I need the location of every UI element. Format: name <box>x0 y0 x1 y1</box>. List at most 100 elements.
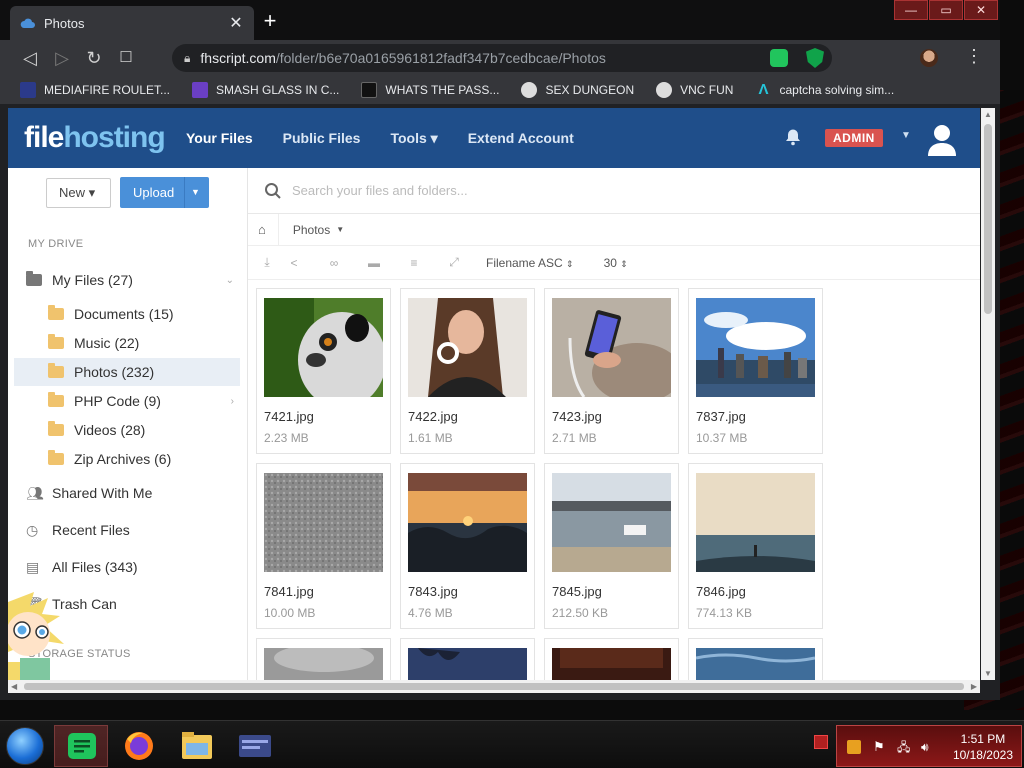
nav-extend-account[interactable]: Extend Account <box>468 130 574 146</box>
chevron-down-icon[interactable]: ▼ <box>901 130 911 141</box>
upload-button[interactable]: Upload ▼ <box>120 177 209 208</box>
file-size: 4.76 MB <box>408 606 453 620</box>
mediafire-icon <box>20 82 36 98</box>
scroll-thumb[interactable] <box>24 683 964 690</box>
vertical-scrollbar[interactable]: ▲ ▼ <box>981 108 995 680</box>
delete-icon[interactable]: ▬ <box>354 256 394 270</box>
nav-public-files[interactable]: Public Files <box>283 130 361 146</box>
bookmark-item[interactable]: VNC FUN <box>656 82 733 98</box>
bell-icon[interactable] <box>784 128 802 146</box>
file-name: 7423.jpg <box>552 409 602 424</box>
reload-icon[interactable]: ↻ <box>78 44 110 72</box>
file-card[interactable] <box>400 638 535 680</box>
chevron-right-icon[interactable]: › <box>231 396 234 407</box>
file-card[interactable] <box>544 638 679 680</box>
file-thumbnail <box>696 298 815 397</box>
forward-icon[interactable]: ▷ <box>46 44 78 72</box>
home-icon[interactable]: ⌂ <box>258 222 266 237</box>
file-card[interactable] <box>688 638 823 680</box>
sidebar-item-photos[interactable]: Photos (232) <box>14 358 240 386</box>
search-input[interactable] <box>292 183 792 198</box>
scroll-up-arrow[interactable]: ▲ <box>981 110 995 119</box>
menu-icon[interactable]: ⋮ <box>964 46 984 67</box>
sidebar-item-shared[interactable]: 👥︎ Shared With Me <box>8 479 242 507</box>
per-page-select[interactable]: 30 ⇕ <box>604 256 628 270</box>
window-controls: — ▭ ✕ <box>893 0 998 20</box>
admin-badge: ADMIN <box>825 129 883 147</box>
bookmark-item[interactable]: MEDIAFIRE ROULET... <box>20 82 170 98</box>
url-path: /folder/b6e70a0165961812fadf347b7cedbcae… <box>275 50 606 66</box>
site-logo[interactable]: filehosting <box>24 121 184 155</box>
chevron-down-icon[interactable]: ⌄ <box>226 275 234 286</box>
file-card[interactable] <box>256 638 391 680</box>
network-icon[interactable]: 🖧︎ <box>897 740 911 754</box>
nav-your-files[interactable]: Your Files <box>186 130 253 146</box>
file-size: 2.23 MB <box>264 431 309 445</box>
file-card[interactable]: 7423.jpg 2.71 MB <box>544 288 679 454</box>
volume-icon[interactable]: 🔊︎ <box>921 740 935 754</box>
start-button[interactable] <box>6 727 44 765</box>
bookmark-item[interactable]: SMASH GLASS IN C... <box>192 82 339 98</box>
nav-tools[interactable]: Tools ▾ <box>390 130 437 147</box>
file-card[interactable]: 7421.jpg 2.23 MB <box>256 288 391 454</box>
taskbar-firefox[interactable] <box>112 725 166 767</box>
chevron-down-icon[interactable]: ▼ <box>336 225 344 234</box>
minimize-button[interactable]: — <box>894 0 928 20</box>
breadcrumb-current[interactable]: Photos <box>293 223 330 237</box>
taskbar-app-window[interactable] <box>228 725 282 767</box>
list-view-icon[interactable]: ≡ <box>394 256 434 270</box>
gear-bookmark-icon <box>521 82 538 98</box>
scroll-right-arrow[interactable]: ▶ <box>971 680 977 693</box>
bookmark-item[interactable]: WHATS THE PASS... <box>361 82 499 98</box>
file-card[interactable]: 7843.jpg 4.76 MB <box>400 463 535 629</box>
scroll-thumb[interactable] <box>984 124 992 314</box>
sort-select[interactable]: Filename ASC ⇕ <box>486 256 574 270</box>
share-icon[interactable]: < <box>274 256 314 270</box>
user-avatar-icon[interactable] <box>926 122 958 156</box>
clock[interactable]: 1:51 PM 10/18/2023 <box>953 731 1013 763</box>
profile-avatar[interactable] <box>920 49 938 67</box>
sort-arrows-icon: ⇕ <box>620 258 628 269</box>
file-name: 7843.jpg <box>408 584 458 599</box>
sidebar-item-all-files[interactable]: ▤ All Files (343) <box>8 553 242 581</box>
chevron-down-icon[interactable]: ▼ <box>191 177 200 208</box>
sidebar-item-videos[interactable]: Videos (28) <box>8 416 242 444</box>
bookmark-star-icon[interactable]: ☐ <box>110 44 142 72</box>
file-card[interactable]: 7846.jpg 774.13 KB <box>688 463 823 629</box>
maximize-button[interactable]: ▭ <box>929 0 963 20</box>
scroll-left-arrow[interactable]: ◀ <box>11 680 17 693</box>
file-name: 7421.jpg <box>264 409 314 424</box>
fullscreen-icon[interactable]: ⤢ <box>434 255 474 270</box>
file-card[interactable]: 7841.jpg 10.00 MB <box>256 463 391 629</box>
link-icon[interactable]: ∞ <box>314 256 354 270</box>
bookmark-item[interactable]: Λcaptcha solving sim... <box>755 82 894 98</box>
sidebar-item-my-files[interactable]: My Files (27) ⌄ <box>8 266 242 294</box>
file-card[interactable]: 7837.jpg 10.37 MB <box>688 288 823 454</box>
tab-photos[interactable]: Photos ✕ <box>10 6 254 40</box>
new-button[interactable]: New ▾ <box>46 178 111 208</box>
sidebar-item-documents[interactable]: Documents (15) <box>8 300 242 328</box>
download-icon[interactable]: ⤓ <box>260 255 274 270</box>
address-bar[interactable]: 🔒︎ fhscript.com/folder/b6e70a0165961812f… <box>172 44 832 72</box>
taskbar-chat-app[interactable] <box>54 725 108 767</box>
sidebar-item-music[interactable]: Music (22) <box>8 329 242 357</box>
back-icon[interactable]: ◁ <box>14 44 46 72</box>
sidebar-item-zip-archives[interactable]: Zip Archives (6) <box>8 445 242 473</box>
file-card[interactable]: 7845.jpg 212.50 KB <box>544 463 679 629</box>
bookmark-item[interactable]: SEX DUNGEON <box>521 82 634 98</box>
sidebar-item-recent[interactable]: ◷ Recent Files <box>8 516 242 544</box>
sidebar: New ▾ Upload ▼ MY DRIVE My Files (27) ⌄ … <box>8 168 248 680</box>
close-tab-icon[interactable]: ✕ <box>228 13 244 33</box>
taskbar-file-explorer[interactable] <box>170 725 224 767</box>
chat-extension-icon[interactable] <box>770 49 788 67</box>
tray-alert-icon[interactable] <box>814 735 828 749</box>
tray-app-icon[interactable] <box>847 740 861 754</box>
horizontal-scrollbar[interactable]: ◀ ▶ <box>8 680 980 693</box>
flag-icon[interactable]: ⚑ <box>873 740 887 754</box>
scroll-down-arrow[interactable]: ▼ <box>981 669 995 678</box>
close-window-button[interactable]: ✕ <box>964 0 998 20</box>
folder-icon <box>48 421 64 436</box>
file-card[interactable]: 7422.jpg 1.61 MB <box>400 288 535 454</box>
new-tab-button[interactable]: + <box>258 10 282 34</box>
sidebar-item-php-code[interactable]: PHP Code (9) › <box>8 387 242 415</box>
